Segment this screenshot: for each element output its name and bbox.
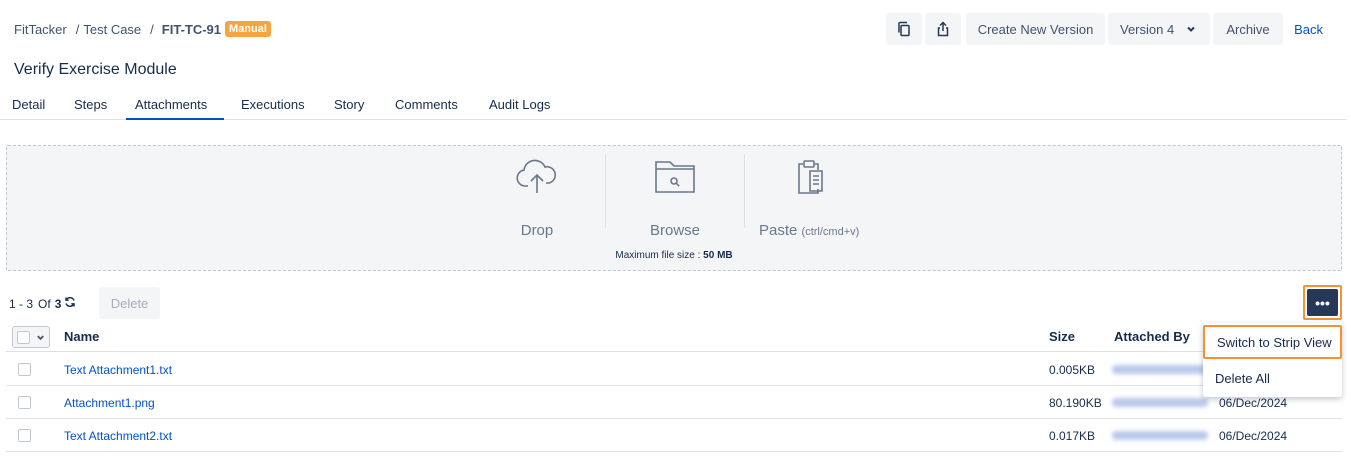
breadcrumb-separator: / <box>150 21 154 37</box>
column-header-size[interactable]: Size <box>1049 329 1075 344</box>
tab-story[interactable]: Story <box>334 97 364 120</box>
paste-label: Paste (ctrl/cmd+v) <box>759 222 871 239</box>
back-link[interactable]: Back <box>1294 13 1323 45</box>
share-icon <box>937 21 949 37</box>
row-checkbox[interactable] <box>18 363 31 376</box>
more-options-menu: Switch to Strip View Delete All <box>1203 323 1342 397</box>
chevron-down-icon <box>1187 26 1195 32</box>
folder-search-icon <box>655 161 695 193</box>
pagination-info: 1 - 3 Of 3 <box>9 296 76 311</box>
page-of: Of <box>38 296 51 311</box>
table-row: Text Attachment1.txt 0.005KB <box>6 353 1342 386</box>
table-row: Attachment1.png 80.190KB 06/Dec/2024 <box>6 386 1342 419</box>
attachment-name-link[interactable]: Attachment1.png <box>64 396 155 410</box>
paste-hint: (ctrl/cmd+v) <box>801 226 860 238</box>
page-range: 1 - 3 <box>9 296 34 311</box>
tab-executions[interactable]: Executions <box>241 97 305 120</box>
drop-option[interactable]: Drop <box>507 158 567 239</box>
clipboard-icon <box>798 160 823 194</box>
breadcrumb: FitTacker / Test Case / FIT-TC-91 Manual <box>14 20 271 38</box>
breadcrumb-separator: / <box>75 21 80 37</box>
menu-item-delete-all[interactable]: Delete All <box>1203 363 1342 393</box>
browse-option[interactable]: Browse <box>645 158 705 239</box>
column-header-name[interactable]: Name <box>64 329 99 344</box>
version-label: Version 4 <box>1120 21 1175 37</box>
attached-by-user <box>1112 365 1208 374</box>
select-all-dropdown[interactable] <box>12 326 50 348</box>
drop-label: Drop <box>520 222 554 239</box>
attachment-size: 80.190KB <box>1049 396 1102 410</box>
refresh-icon[interactable] <box>64 296 76 311</box>
select-all-checkbox[interactable] <box>17 330 30 344</box>
attached-by-user <box>1112 431 1208 440</box>
paste-option[interactable]: Paste (ctrl/cmd+v) <box>755 158 871 239</box>
chevron-down-icon <box>37 335 44 340</box>
tab-comments[interactable]: Comments <box>395 97 458 120</box>
tab-detail[interactable]: Detail <box>12 97 45 120</box>
attachment-name-link[interactable]: Text Attachment2.txt <box>64 429 172 443</box>
attachment-date: 06/Dec/2024 <box>1219 396 1288 410</box>
type-badge: Manual <box>225 21 271 37</box>
attachment-dropzone[interactable]: Drop Browse Paste (ctrl/cmd+v) Maximum f… <box>6 145 1342 271</box>
tab-bar: Detail Steps Attachments Executions Stor… <box>0 92 1346 120</box>
browse-label: Browse <box>649 222 701 239</box>
table-row: Text Attachment2.txt 0.017KB 06/Dec/2024 <box>6 419 1342 452</box>
attachment-date: 06/Dec/2024 <box>1219 429 1288 443</box>
menu-item-switch-to-strip-view[interactable]: Switch to Strip View <box>1203 325 1342 359</box>
create-new-version-button[interactable]: Create New Version <box>966 13 1105 45</box>
row-checkbox[interactable] <box>18 429 31 442</box>
tab-audit-logs[interactable]: Audit Logs <box>489 97 550 120</box>
page-title: Verify Exercise Module <box>14 61 177 78</box>
paste-text: Paste <box>759 222 798 239</box>
row-checkbox[interactable] <box>18 396 31 409</box>
attached-by-user <box>1112 398 1208 407</box>
attachment-name-link[interactable]: Text Attachment1.txt <box>64 363 172 377</box>
divider <box>744 154 745 228</box>
tab-steps[interactable]: Steps <box>74 97 107 120</box>
attachment-size: 0.005KB <box>1049 363 1096 377</box>
attachment-size: 0.017KB <box>1049 429 1096 443</box>
clone-button[interactable] <box>886 13 922 45</box>
max-file-size-label: Maximum file size : <box>615 250 701 261</box>
share-button[interactable] <box>925 13 961 45</box>
breadcrumb-test-case-id: FIT-TC-91 <box>161 21 222 37</box>
breadcrumb-section[interactable]: Test Case <box>83 22 141 37</box>
cloud-upload-icon <box>516 159 557 193</box>
archive-button[interactable]: Archive <box>1213 13 1283 45</box>
tab-attachments[interactable]: Attachments <box>126 97 224 120</box>
divider <box>605 154 606 228</box>
version-select[interactable]: Version 4 <box>1108 13 1210 45</box>
delete-button[interactable]: Delete <box>99 287 160 319</box>
page-total: 3 <box>54 296 62 311</box>
more-icon: ••• <box>1307 289 1338 316</box>
breadcrumb-project[interactable]: FitTacker <box>14 22 67 37</box>
column-header-attached-by[interactable]: Attached By <box>1114 329 1190 344</box>
copy-icon <box>898 21 910 37</box>
max-file-size-value: 50 MB <box>703 250 733 261</box>
table-header: Name Size Attached By <box>6 321 1342 352</box>
more-options-button[interactable]: ••• <box>1303 285 1342 320</box>
max-file-size: Maximum file size : 50 MB <box>7 250 1341 261</box>
